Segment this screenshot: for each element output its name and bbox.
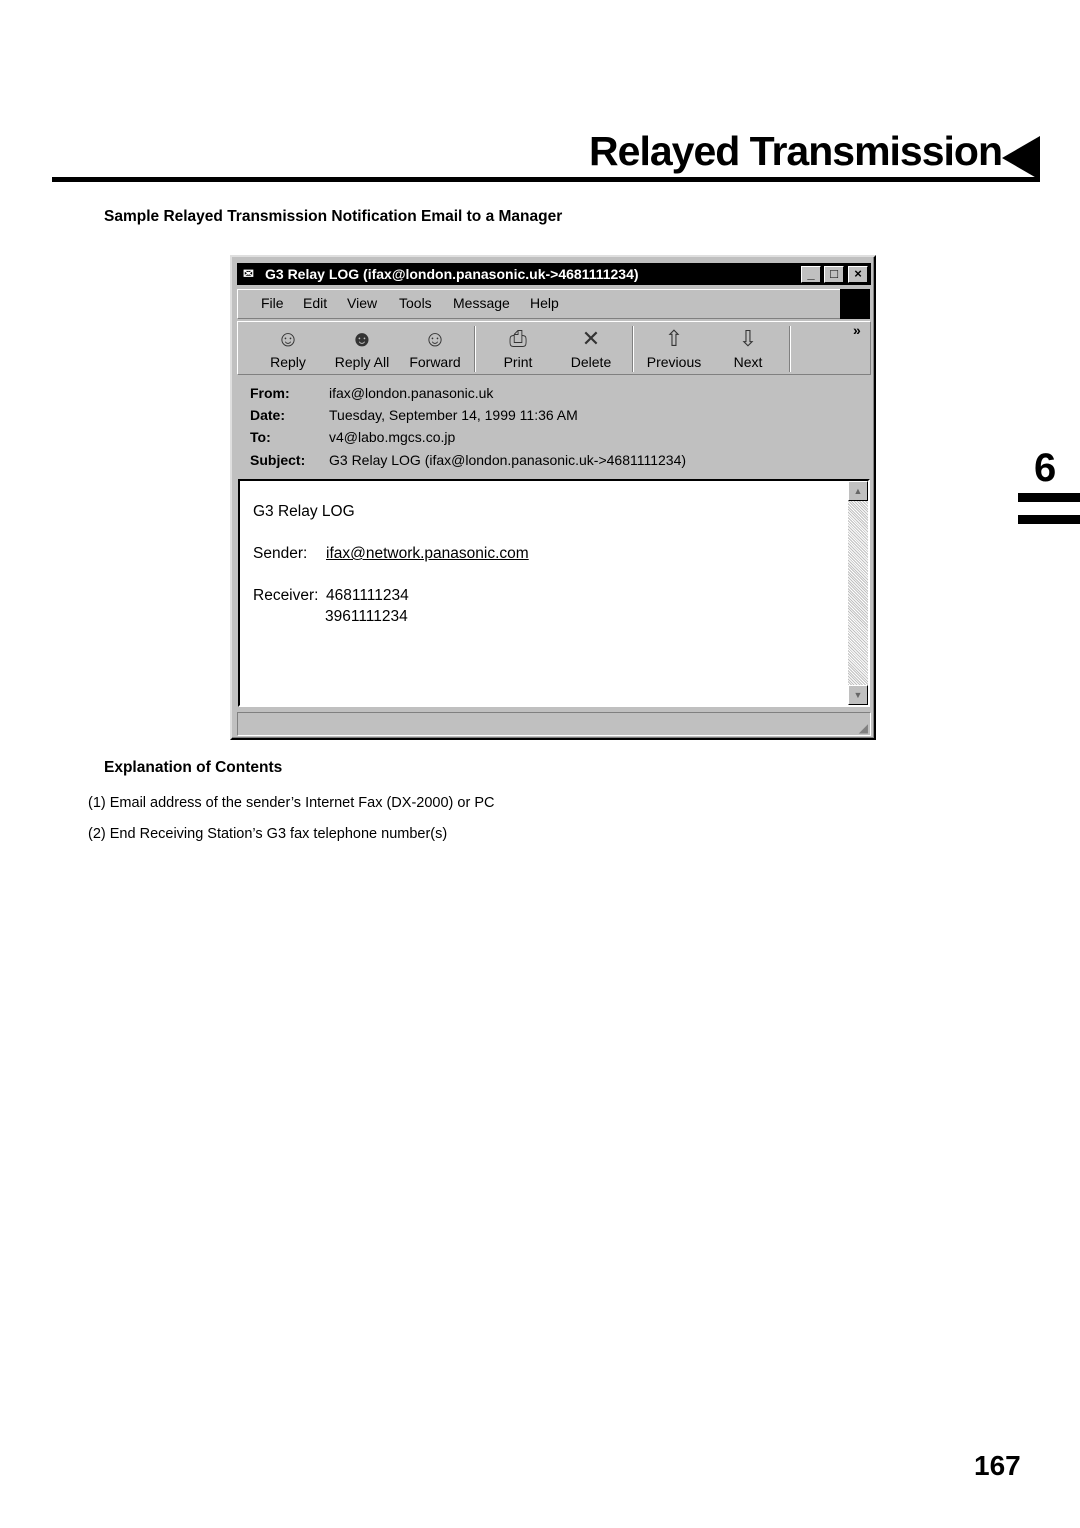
previous-button[interactable]: ⇧ Previous [638,324,710,370]
scroll-down-button[interactable]: ▼ [848,685,868,705]
menu-edit[interactable]: Edit [303,295,327,311]
toolbar: ☺ Reply ☻ Reply All ☺ Forward ⎙ Print ✕ Delet… [237,321,871,375]
delete-icon: ✕ [581,326,601,351]
arrow-down-icon: ⇩ [738,326,758,351]
chapter-tab-bar [1018,493,1080,502]
receiver-label: Receiver: [253,587,319,604]
receiver-number: 3961111234 [325,608,408,625]
sender-link[interactable]: ifax@network.panasonic.com [326,545,529,563]
status-bar: ◢ [237,712,871,736]
menu-help[interactable]: Help [530,295,559,311]
delete-button[interactable]: ✕ Delete [555,324,627,370]
page-title: Relayed Transmission [589,128,1003,174]
forward-button[interactable]: ☺ Forward [399,324,471,370]
header-date-label: Date: [250,407,286,423]
scroll-up-button[interactable]: ▲ [848,481,868,501]
menu-bar: File Edit View Tools Message Help [237,289,841,319]
header-to-label: To: [250,429,271,445]
menu-tools[interactable]: Tools [399,295,432,311]
sender-label: Sender: [253,545,308,562]
print-icon: ⎙ [509,326,527,351]
window-title: G3 Relay LOG (ifax@london.panasonic.uk->… [265,266,639,282]
next-button[interactable]: ⇩ Next [712,324,784,370]
toolbar-separator [632,326,634,372]
minimize-button[interactable]: _ [801,266,821,283]
reply-all-icon: ☻ [350,326,374,351]
resize-grip-icon[interactable]: ◢ [859,721,868,735]
print-button[interactable]: ⎙ Print [482,324,554,370]
header-from-label: From: [250,385,290,401]
envelope-icon: ✉ [243,266,254,281]
more-chevron-icon[interactable]: » [853,322,861,338]
title-rule [52,177,1040,182]
forward-icon: ☺ [423,326,447,351]
message-body[interactable]: G3 Relay LOG Sender: ifax@network.panaso… [238,479,870,707]
arrow-up-icon: ⇧ [664,326,684,351]
header-subject-label: Subject: [250,452,306,468]
chapter-tab-number: 6 [1034,446,1057,490]
triangle-marker-icon [1002,136,1040,180]
explanation-item: (1) Email address of the sender’s Intern… [88,795,495,811]
explanation-item: (2) End Receiving Station’s G3 fax telep… [88,826,448,842]
maximize-button[interactable]: □ [824,266,844,283]
chapter-tab-bar [1018,515,1080,524]
vertical-scrollbar[interactable]: ▲ ▼ [848,481,868,705]
window-titlebar: ✉ G3 Relay LOG (ifax@london.panasonic.uk… [237,263,871,285]
section-subtitle: Sample Relayed Transmission Notification… [104,208,563,225]
email-window: ✉ G3 Relay LOG (ifax@london.panasonic.uk… [230,255,876,740]
header-date-value: Tuesday, September 14, 1999 11:36 AM [329,407,578,423]
page-number: 167 [974,1450,1021,1481]
close-button[interactable]: × [848,266,868,283]
reply-button[interactable]: ☺ Reply [252,324,324,370]
menu-view[interactable]: View [347,295,377,311]
menu-file[interactable]: File [261,295,284,311]
reply-icon: ☺ [276,326,300,351]
header-subject-value: G3 Relay LOG (ifax@london.panasonic.uk->… [329,452,687,468]
windows-logo-icon [840,289,870,319]
toolbar-separator [789,326,791,372]
body-heading: G3 Relay LOG [253,503,355,520]
menu-message[interactable]: Message [453,295,510,311]
receiver-number: 4681111234 [326,587,409,604]
header-from-value: ifax@london.panasonic.uk [329,385,494,401]
toolbar-separator [474,326,476,372]
explanation-heading: Explanation of Contents [104,759,283,776]
reply-all-button[interactable]: ☻ Reply All [326,324,398,370]
header-to-value: v4@labo.mgcs.co.jp [329,429,456,445]
